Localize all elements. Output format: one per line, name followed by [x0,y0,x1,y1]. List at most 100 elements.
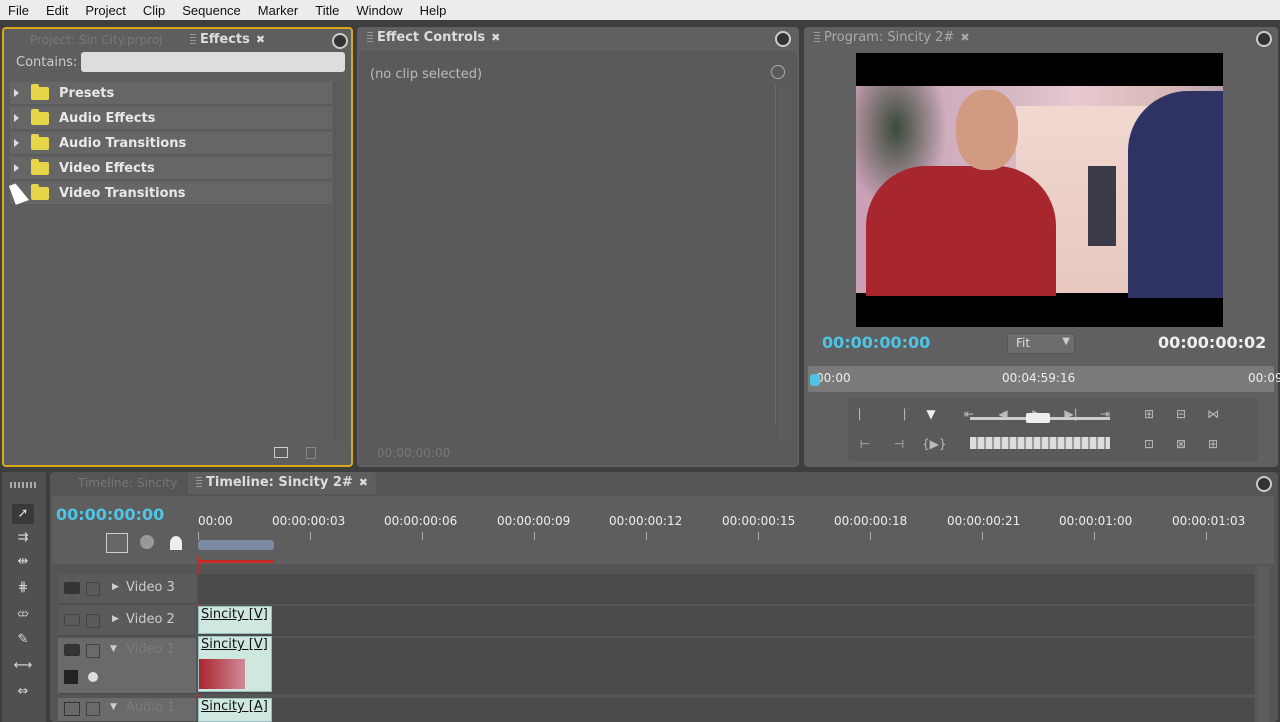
track-header-video-1[interactable]: ▼ Video 1 [58,638,196,694]
program-current-time[interactable]: 00:00:00:00 [822,333,930,352]
eye-icon[interactable] [64,614,80,626]
tab-timeline-active[interactable]: Timeline: Sincity 2# ✖ [188,472,377,494]
extract-icon[interactable]: ⊟ [1172,405,1190,423]
track-video-3[interactable] [198,574,1254,604]
track-header-audio-1[interactable]: ▼ Audio 1 [58,698,196,722]
safe-margins-icon[interactable]: ⊠ [1172,435,1190,453]
rolling-edit-tool-icon[interactable]: ⋕ [12,578,34,598]
menu-file[interactable]: File [8,3,29,18]
marker-icon[interactable]: ▼ [922,405,940,423]
jog-wheel[interactable] [970,437,1110,449]
step-forward-icon[interactable]: ▶| [1062,405,1080,423]
playhead-icon[interactable] [810,374,820,386]
dropdown-arrow-icon[interactable] [771,65,785,79]
ripple-edit-tool-icon[interactable]: ⇹ [12,552,34,572]
panel-menu-icon[interactable] [332,33,348,49]
mark-in-icon[interactable]: ⎸ [856,405,874,423]
trash-icon[interactable] [306,447,316,459]
track-video-1[interactable] [198,638,1254,694]
panel-menu-icon[interactable] [775,31,791,47]
grip-icon[interactable] [196,476,202,489]
timeline-current-time[interactable]: 00:00:00:00 [56,505,164,524]
play-in-to-out-icon[interactable]: {▶} [922,435,947,453]
expand-triangle-icon[interactable] [14,89,19,97]
effects-search-input[interactable] [81,52,345,72]
folder-presets[interactable]: Presets [10,82,332,105]
tab-effects[interactable]: Effects ✖ [190,29,265,51]
panel-menu-icon[interactable] [1256,31,1272,47]
shuttle-knob[interactable] [1026,413,1050,423]
speaker-icon[interactable] [64,702,80,716]
expand-triangle-icon[interactable] [14,139,19,147]
track-audio-1[interactable] [198,698,1254,722]
lock-toggle-icon[interactable] [86,582,100,596]
tab-timeline-inactive[interactable]: Timeline: Sincity [78,472,177,494]
track-header-video-2[interactable]: ▶ Video 2 [58,606,196,636]
go-to-next-edit-icon[interactable]: ⊣ [890,435,908,453]
expand-triangle-icon[interactable]: ▶ [112,582,119,592]
menu-window[interactable]: Window [356,3,402,18]
go-to-out-icon[interactable]: ⇥ [1096,405,1114,423]
menu-edit[interactable]: Edit [46,3,68,18]
lock-toggle-icon[interactable] [86,644,100,658]
lock-toggle-icon[interactable] [86,614,100,628]
close-icon[interactable]: ✖ [960,27,969,49]
program-ruler[interactable]: 00:00 00:04:59:16 00:09: [808,366,1280,392]
effects-scrollbar[interactable] [334,82,348,442]
menu-clip[interactable]: Clip [143,3,165,18]
eye-icon[interactable] [64,644,80,656]
new-bin-icon[interactable] [274,447,288,458]
slide-tool-icon[interactable]: ⇔ [12,682,34,702]
expand-triangle-icon[interactable] [14,114,19,122]
track-video-2[interactable] [198,606,1254,636]
razor-tool-icon[interactable]: ✎ [12,630,34,650]
clip-audio-1[interactable]: Sincity [A] [198,698,272,722]
menu-project[interactable]: Project [85,3,125,18]
close-icon[interactable]: ✖ [491,27,500,49]
tab-project[interactable]: Project: Sin City.prproj [30,29,162,51]
loop-icon[interactable]: ⊡ [1140,435,1158,453]
collapse-triangle-icon[interactable]: ▼ [110,644,117,654]
lift-icon[interactable]: ⊞ [1140,405,1158,423]
output-icon[interactable]: ⊞ [1204,435,1222,453]
effect-controls-scrollbar[interactable] [777,85,791,441]
go-to-in-icon[interactable]: ⇤ [960,405,978,423]
timeline-divider[interactable] [775,85,776,425]
eye-icon[interactable] [64,582,80,594]
mark-out-icon[interactable]: ⎹ [890,405,908,423]
tab-effect-controls[interactable]: Effect Controls ✖ [367,27,500,49]
grip-icon[interactable] [367,31,373,44]
lock-toggle-icon[interactable] [86,702,100,716]
trim-icon[interactable]: ⋈ [1204,405,1222,423]
close-icon[interactable]: ✖ [256,29,265,51]
folder-video-effects[interactable]: Video Effects [10,157,332,180]
set-marker-icon[interactable] [140,535,154,549]
timeline-scrollbar[interactable] [1256,566,1270,722]
grip-icon[interactable] [190,33,196,46]
work-area-bar[interactable] [198,540,274,550]
clip-video-2[interactable]: Sincity [V] [198,606,272,634]
rate-stretch-tool-icon[interactable]: ⤄ [12,604,34,624]
menu-sequence[interactable]: Sequence [182,3,241,18]
menu-marker[interactable]: Marker [258,3,298,18]
keyframe-icon[interactable] [88,672,98,682]
menu-title[interactable]: Title [315,3,339,18]
timeline-ruler[interactable]: 00:00 00:00:00:03 00:00:00:06 00:00:00:0… [198,508,1260,563]
tab-program[interactable]: Program: Sincity 2# ✖ [814,27,970,49]
add-marker-icon[interactable] [170,536,182,550]
menu-help[interactable]: Help [420,3,447,18]
go-to-prev-edit-icon[interactable]: ⊢ [856,435,874,453]
step-back-icon[interactable]: ◀ [994,405,1012,423]
folder-audio-effects[interactable]: Audio Effects [10,107,332,130]
panel-menu-icon[interactable] [1256,476,1272,492]
folder-video-transitions[interactable]: Video Transitions [10,182,332,205]
slip-tool-icon[interactable]: ⟷ [12,656,34,676]
zoom-select[interactable]: Fit ▼ [1007,333,1075,354]
folder-audio-transitions[interactable]: Audio Transitions [10,132,332,155]
expand-triangle-icon[interactable]: ▶ [112,614,119,624]
display-style-icon[interactable] [64,670,78,684]
track-header-video-3[interactable]: ▶ Video 3 [58,574,196,604]
close-icon[interactable]: ✖ [359,472,368,494]
collapse-triangle-icon[interactable]: ▼ [110,702,117,712]
grip-icon[interactable] [814,31,820,44]
